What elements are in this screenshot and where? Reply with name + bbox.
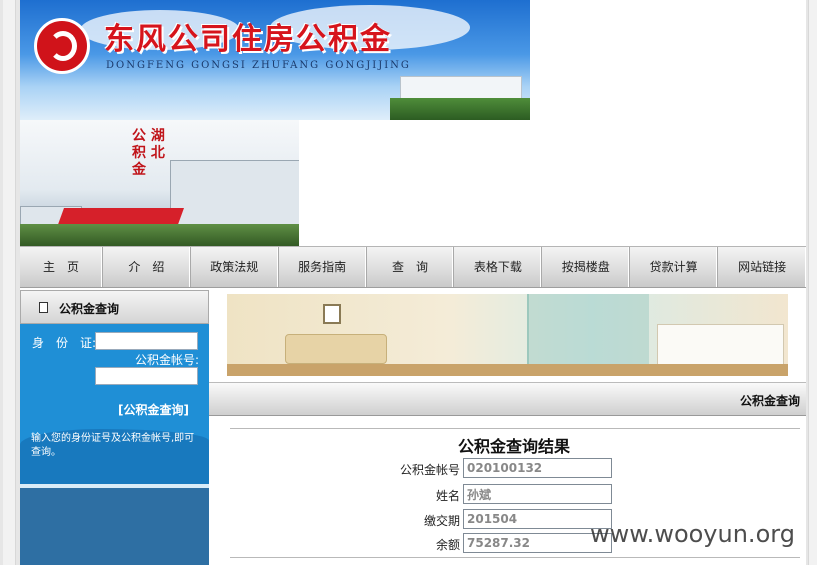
main-nav: 主 页 介 绍 政策法规 服务指南 查 询 表格下载 按揭楼盘 贷款计算 网站链… bbox=[20, 246, 806, 288]
id-card-label: 身 份 证: bbox=[32, 336, 97, 350]
nav-item-links[interactable]: 网站链接 bbox=[718, 247, 806, 287]
page-border-right bbox=[808, 0, 817, 565]
account-label: 公积金帐号: bbox=[135, 353, 200, 367]
nav-item-query[interactable]: 查 询 bbox=[367, 247, 455, 287]
nav-item-loan-calculator[interactable]: 贷款计算 bbox=[630, 247, 719, 287]
field-account-value[interactable] bbox=[463, 458, 612, 478]
trees-image bbox=[390, 98, 530, 120]
page: 东风公司住房公积金 DONGFENG GONGSI ZHUFANG GONGJI… bbox=[20, 0, 806, 565]
nav-item-forms-download[interactable]: 表格下载 bbox=[454, 247, 543, 287]
divider bbox=[230, 557, 800, 558]
sidebar-lower-panel bbox=[20, 488, 209, 565]
nav-item-about[interactable]: 介 绍 bbox=[103, 247, 191, 287]
sidebar-heading-label: 公积金查询 bbox=[59, 302, 120, 316]
id-card-input[interactable] bbox=[95, 332, 198, 350]
site-subtitle: DONGFENG GONGSI ZHUFANG GONGJIJING bbox=[106, 60, 411, 71]
interior-room-image bbox=[227, 294, 788, 376]
field-label-period: 缴交期 bbox=[423, 514, 460, 528]
result-title: 公积金查询结果 bbox=[458, 437, 571, 456]
nav-item-policy[interactable]: 政策法规 bbox=[191, 247, 279, 287]
account-input[interactable] bbox=[95, 367, 198, 385]
divider bbox=[230, 428, 800, 429]
dongfeng-logo-icon bbox=[34, 18, 90, 74]
sidebar-heading: 公积金查询 bbox=[20, 290, 209, 324]
field-name-value[interactable] bbox=[463, 484, 612, 504]
site-title: 东风公司住房公积金 bbox=[104, 22, 392, 57]
field-label-name: 姓名 bbox=[435, 489, 460, 503]
header-banner: 东风公司住房公积金 DONGFENG GONGSI ZHUFANG GONGJI… bbox=[20, 0, 530, 120]
section-header: 公积金查询 bbox=[209, 382, 806, 416]
sofa-image bbox=[285, 334, 387, 364]
building-photo: 公 湖积 北金 bbox=[20, 120, 299, 246]
query-link[interactable]: [公积金查询] bbox=[118, 401, 189, 418]
nav-item-service-guide[interactable]: 服务指南 bbox=[279, 247, 367, 287]
picture-frame-image bbox=[323, 304, 341, 324]
section-title: 公积金查询 bbox=[739, 394, 800, 408]
document-icon bbox=[39, 302, 48, 313]
trees-image bbox=[20, 224, 299, 246]
floor-image bbox=[227, 364, 788, 376]
query-hint: 输入您的身份证号及公积金帐号,即可查询。 bbox=[31, 433, 195, 458]
nav-item-mortgage-buildings[interactable]: 按揭楼盘 bbox=[542, 247, 631, 287]
field-label-account: 公积金帐号 bbox=[399, 463, 460, 477]
office-building-image bbox=[170, 160, 299, 228]
page-border-left bbox=[3, 0, 16, 565]
nav-item-home[interactable]: 主 页 bbox=[20, 247, 103, 287]
watermark: www.wooyun.org bbox=[590, 520, 795, 548]
bed-image bbox=[657, 324, 784, 366]
field-label-balance: 余额 bbox=[435, 538, 460, 552]
